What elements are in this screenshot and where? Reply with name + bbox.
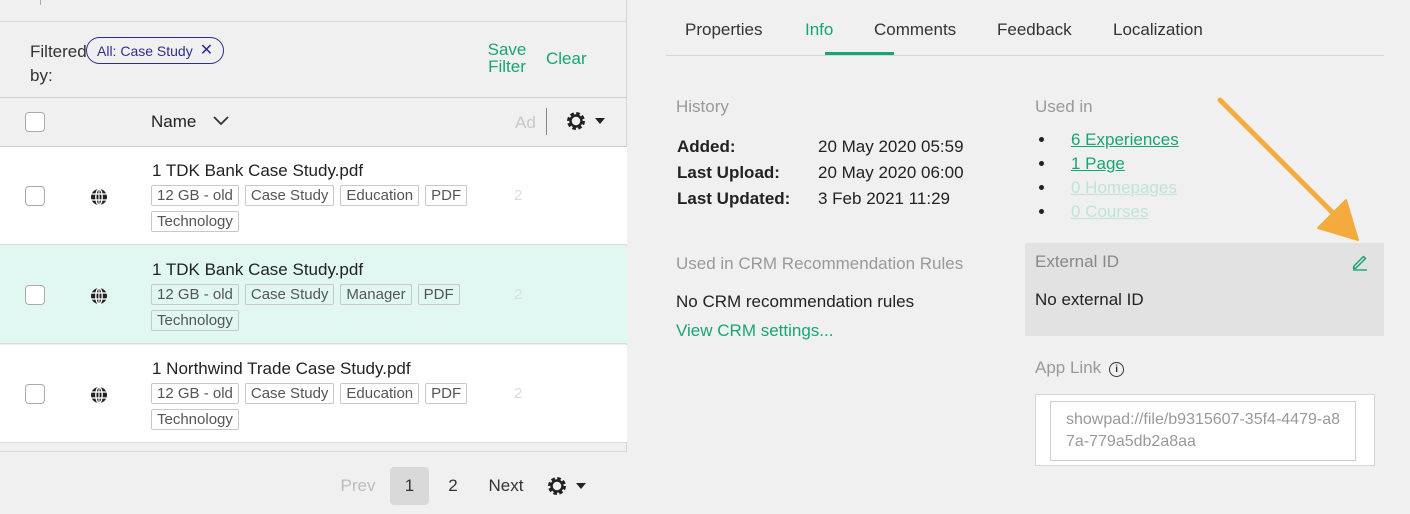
prev-page-button[interactable]: Prev bbox=[338, 467, 378, 505]
tab-properties[interactable]: Properties bbox=[685, 20, 762, 40]
filter-chip[interactable]: All: Case Study ✕ bbox=[86, 37, 225, 64]
courses-link: 0 Courses bbox=[1071, 202, 1149, 221]
save-filter-button[interactable]: Save Filter bbox=[480, 41, 534, 75]
file-name[interactable]: 1 TDK Bank Case Study.pdf bbox=[152, 161, 363, 181]
tag[interactable]: Case Study bbox=[244, 383, 335, 404]
tag[interactable]: 12 GB - old bbox=[151, 383, 239, 404]
table-row[interactable]: 1 Northwind Trade Case Study.pdf 12 GB - … bbox=[0, 345, 627, 443]
tab-info[interactable]: Info bbox=[805, 20, 833, 40]
added-cell-clipped: 2 bbox=[514, 286, 523, 303]
last-upload-value: 20 May 2020 06:00 bbox=[818, 163, 964, 182]
globe-icon bbox=[91, 287, 107, 305]
table-row[interactable]: 1 TDK Bank Case Study.pdf 12 GB - old Case… bbox=[0, 147, 627, 245]
globe-icon bbox=[91, 188, 107, 206]
row-checkbox[interactable] bbox=[25, 384, 45, 404]
app-link-label: App Link bbox=[1035, 358, 1102, 377]
name-column-header[interactable]: Name bbox=[151, 112, 196, 132]
external-id-title: External ID bbox=[1035, 252, 1120, 271]
next-page-button[interactable]: Next bbox=[485, 467, 527, 505]
chevron-down-icon[interactable] bbox=[212, 113, 230, 127]
tab-localization[interactable]: Localization bbox=[1113, 20, 1203, 40]
gear-icon[interactable] bbox=[546, 467, 588, 505]
table-header: Name Ad bbox=[0, 98, 627, 147]
added-value: 20 May 2020 05:59 bbox=[818, 137, 964, 156]
last-upload-label: Last Upload: bbox=[677, 163, 780, 182]
added-column-header[interactable]: Ad bbox=[515, 113, 535, 133]
tag[interactable]: Technology bbox=[151, 310, 239, 331]
table-row[interactable]: 1 TDK Bank Case Study.pdf 12 GB - old Case… bbox=[0, 246, 627, 344]
tab-comments[interactable]: Comments bbox=[874, 20, 956, 40]
added-label: Added: bbox=[677, 137, 736, 156]
tab-feedback[interactable]: Feedback bbox=[997, 20, 1072, 40]
pages-link[interactable]: 1 Page bbox=[1071, 154, 1125, 174]
tag-list: 12 GB - old Case Study Manager PDF Technolog… bbox=[151, 284, 481, 331]
tag[interactable]: Case Study bbox=[244, 284, 335, 305]
crm-rules-title: Used in CRM Recommendation Rules bbox=[676, 254, 964, 273]
history-title: History bbox=[676, 97, 729, 116]
tag[interactable]: 12 GB - old bbox=[151, 284, 239, 305]
last-updated-label: Last Updated: bbox=[677, 189, 791, 208]
clear-filter-button[interactable]: Clear bbox=[546, 49, 587, 69]
tag[interactable]: PDF bbox=[425, 185, 468, 206]
added-cell-clipped: 2 bbox=[514, 187, 523, 204]
bullet bbox=[1039, 185, 1044, 190]
added-cell-clipped: 2 bbox=[514, 385, 523, 402]
file-name[interactable]: 1 Northwind Trade Case Study.pdf bbox=[152, 359, 411, 379]
annotation-arrow-icon bbox=[1217, 97, 1359, 241]
app-link-box: showpad://file/b9315607-35f4-4479-a87a-7… bbox=[1035, 394, 1375, 466]
experiences-link[interactable]: 6 Experiences bbox=[1071, 130, 1179, 150]
asset-list-panel: Filtered by: All: Case Study ✕ Save Filt… bbox=[0, 0, 627, 514]
gear-icon[interactable] bbox=[565, 110, 607, 132]
row-checkbox[interactable] bbox=[25, 186, 45, 206]
bullet bbox=[1039, 137, 1044, 142]
tag[interactable]: PDF bbox=[417, 284, 460, 305]
close-icon[interactable]: ✕ bbox=[200, 42, 213, 59]
last-updated-value: 3 Feb 2021 11:29 bbox=[818, 189, 951, 208]
tag-list: 12 GB - old Case Study Education PDF Technol… bbox=[151, 185, 481, 232]
column-divider bbox=[546, 108, 547, 135]
details-panel: Properties Info Comments Feedback Locali… bbox=[627, 0, 1410, 514]
crm-rules-value: No CRM recommendation rules bbox=[676, 292, 915, 311]
bullet bbox=[1039, 209, 1044, 214]
view-crm-settings-link[interactable]: View CRM settings... bbox=[676, 321, 833, 341]
page-2-button[interactable]: 2 bbox=[443, 467, 463, 505]
filter-bar: Filtered by: All: Case Study ✕ Save Filt… bbox=[0, 22, 627, 98]
tag[interactable]: 12 GB - old bbox=[151, 185, 239, 206]
tag[interactable]: Manager bbox=[340, 284, 412, 305]
tag[interactable]: Education bbox=[340, 185, 420, 206]
external-id-value: No external ID bbox=[1035, 290, 1144, 309]
active-tab-indicator bbox=[825, 52, 894, 55]
select-all-checkbox[interactable] bbox=[25, 112, 45, 132]
tag-list: 12 GB - old Case Study Education PDF Technol… bbox=[151, 383, 481, 430]
external-id-section: External ID No external ID bbox=[1025, 243, 1384, 336]
row-checkbox[interactable] bbox=[25, 285, 45, 305]
tag[interactable]: Technology bbox=[151, 409, 239, 430]
pagination: Prev 1 2 Next bbox=[0, 451, 627, 514]
used-in-title: Used in bbox=[1035, 97, 1093, 116]
pencil-icon[interactable] bbox=[1351, 253, 1369, 271]
tag[interactable]: Case Study bbox=[244, 185, 335, 206]
file-name[interactable]: 1 TDK Bank Case Study.pdf bbox=[152, 260, 363, 280]
tag[interactable]: Education bbox=[340, 383, 420, 404]
page-1-button[interactable]: 1 bbox=[390, 467, 429, 505]
top-strip bbox=[0, 0, 627, 22]
app-link-title: App Link i bbox=[1035, 358, 1125, 378]
bullet bbox=[1039, 161, 1044, 166]
filtered-by-label: Filtered by: bbox=[30, 42, 87, 85]
details-tabs: Properties Info Comments Feedback Locali… bbox=[666, 0, 1384, 56]
app-link-field[interactable]: showpad://file/b9315607-35f4-4479-a87a-7… bbox=[1050, 401, 1356, 461]
divider bbox=[40, 0, 41, 5]
tag[interactable]: PDF bbox=[425, 383, 468, 404]
info-icon[interactable]: i bbox=[1109, 362, 1125, 377]
globe-icon bbox=[91, 386, 107, 404]
filter-chip-label: All: Case Study bbox=[97, 42, 193, 59]
tag[interactable]: Technology bbox=[151, 211, 239, 232]
homepages-link: 0 Homepages bbox=[1071, 178, 1177, 197]
